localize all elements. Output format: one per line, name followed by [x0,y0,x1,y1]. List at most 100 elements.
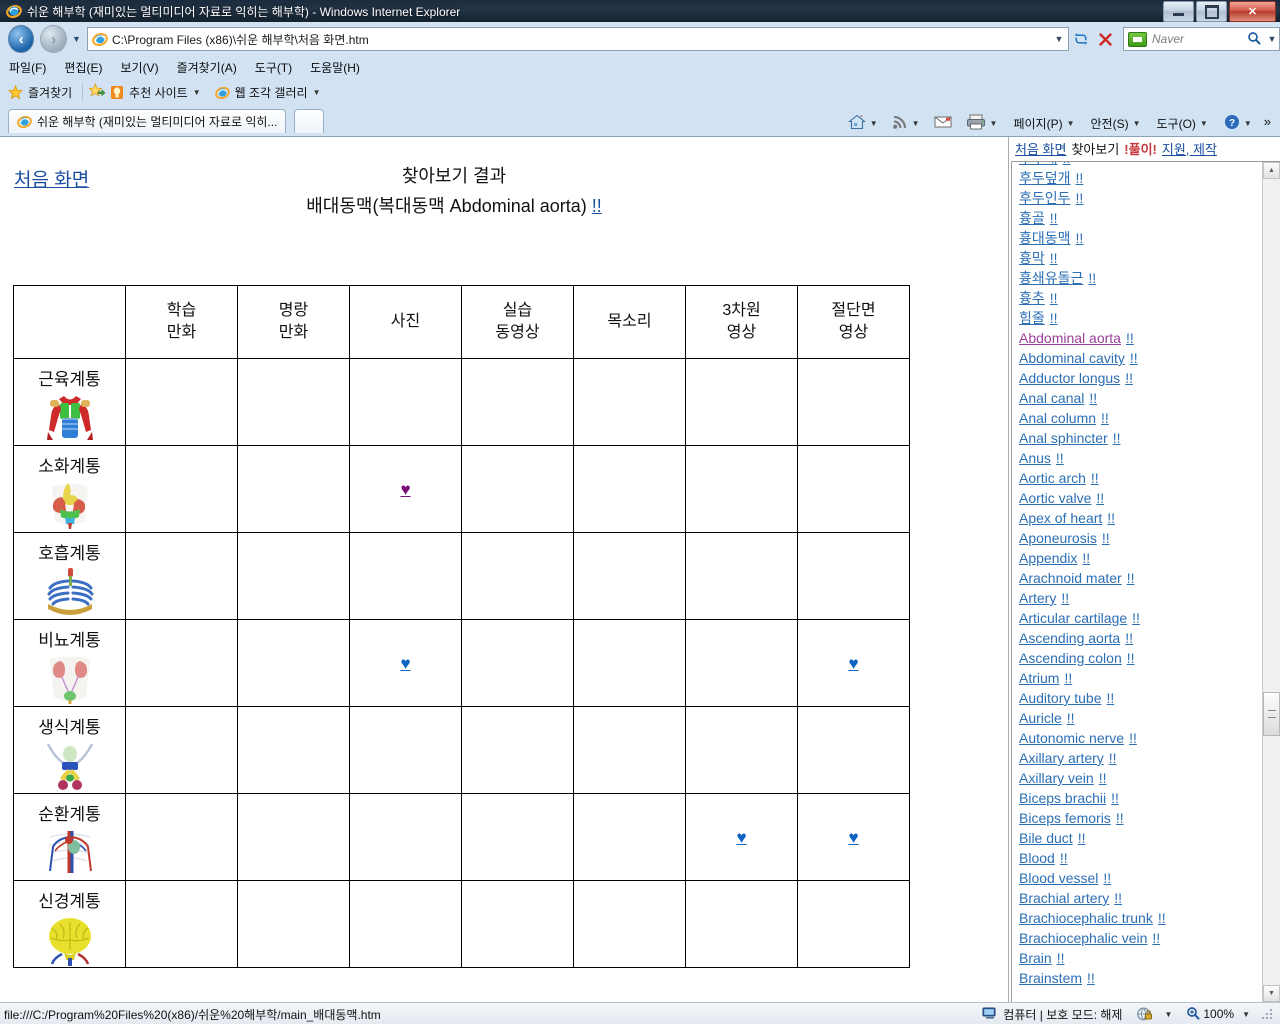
sidebar-term-bang-link[interactable]: !! [1107,690,1115,706]
safety-menu-button[interactable]: 안전(S) ▼ [1088,115,1144,132]
sidebar-term-bang-link[interactable]: !! [1125,630,1133,646]
address-bar-url[interactable]: C:\Program Files (x86)\쉬운 해부학\처음 화면.htm [112,31,1050,48]
media-cell[interactable]: ♥ [797,619,910,707]
chevron-down-icon[interactable]: ▼ [990,119,998,128]
sidebar-term-link[interactable]: Apex of heart [1019,510,1102,526]
search-dropdown-icon[interactable]: ▼ [1265,34,1279,44]
feeds-button[interactable]: ▼ [889,114,923,133]
sidebar-term-link[interactable]: Blood [1019,850,1055,866]
sidebar-term-bang-link[interactable]: !! [1114,890,1122,906]
sidebar-term-link[interactable]: 흉추 [1019,290,1045,306]
scroll-up-arrow-icon[interactable]: ▲ [1263,162,1280,179]
page-menu-button[interactable]: 페이지(P) ▼ [1010,115,1077,132]
new-tab-button[interactable] [294,109,325,133]
media-cell[interactable]: ♥ [685,793,798,881]
sidebar-term-bang-link[interactable]: !! [1076,170,1084,186]
sidebar-term-bang-link[interactable]: !! [1050,290,1058,306]
sidebar-term-link[interactable]: Aortic valve [1019,490,1091,506]
sidebar-term-link[interactable]: Aponeurosis [1019,530,1097,546]
sidebar-term-bang-link[interactable]: !! [1111,790,1119,806]
sidebar-term-bang-link[interactable]: !! [1082,550,1090,566]
menu-help[interactable]: 도움말(H) [301,59,369,76]
sidebar-term-link[interactable]: 후두개 [1019,162,1058,166]
search-box[interactable]: Naver ▼ [1123,27,1280,51]
sidebar-term-bang-link[interactable]: !! [1129,730,1137,746]
sidebar-term-bang-link[interactable]: !! [1132,610,1140,626]
help-menu-button[interactable]: ? ▼ [1221,114,1255,133]
sidebar-term-bang-link[interactable]: !! [1076,190,1084,206]
sidebar-term-bang-link[interactable]: !! [1057,950,1065,966]
sidebar-term-link[interactable]: Autonomic nerve [1019,730,1124,746]
sidebar-term-link[interactable]: Brachiocephalic vein [1019,930,1147,946]
tools-menu-button[interactable]: 도구(O) ▼ [1154,115,1211,132]
sidebar-term-bang-link[interactable]: !! [1088,270,1096,286]
sidebar-term-bang-link[interactable]: !! [1050,210,1058,226]
sidebar-term-link[interactable]: Blood vessel [1019,870,1098,886]
address-bar[interactable]: C:\Program Files (x86)\쉬운 해부학\처음 화면.htm … [87,27,1069,51]
media-link-heart-icon[interactable]: ♥ [400,481,410,498]
media-cell[interactable]: ♥ [349,445,462,533]
media-link-heart-icon[interactable]: ♥ [848,829,858,846]
sidebar-term-link[interactable]: Anus [1019,450,1051,466]
read-mail-button[interactable] [931,115,955,132]
forward-button[interactable]: › [40,25,67,53]
sidebar-term-bang-link[interactable]: !! [1107,510,1115,526]
menu-file[interactable]: 파일(F) [0,59,55,76]
chevron-down-icon[interactable]: ▼ [1164,1010,1172,1019]
media-link-heart-icon[interactable]: ♥ [400,655,410,672]
sidebar-term-link[interactable]: Brachiocephalic trunk [1019,910,1153,926]
sidebar-term-bang-link[interactable]: !! [1116,810,1124,826]
sidebar-term-bang-link[interactable]: !! [1130,350,1138,366]
sidebar-term-link[interactable]: Arachnoid mater [1019,570,1122,586]
maximize-button[interactable] [1196,1,1227,22]
term-bang-link[interactable]: !! [592,196,602,216]
sidebar-term-bang-link[interactable]: !! [1113,430,1121,446]
sidebar-term-link[interactable]: 후두덮개 [1019,170,1071,186]
sidebar-term-link[interactable]: Brain [1019,950,1052,966]
add-to-favorites-icon[interactable] [88,82,106,101]
chevron-down-icon[interactable]: ▼ [912,119,920,128]
sidebar-term-link[interactable]: Biceps femoris [1019,810,1111,826]
menu-view[interactable]: 보기(V) [111,59,167,76]
sidebar-term-bang-link[interactable]: !! [1103,870,1111,886]
sidebar-term-bang-link[interactable]: !! [1078,830,1086,846]
sidebar-term-link[interactable]: Axillary vein [1019,770,1094,786]
sidebar-term-bang-link[interactable]: !! [1126,330,1134,346]
sidebar-term-link[interactable]: Brainstem [1019,970,1082,986]
sidebar-term-link[interactable]: Ascending aorta [1019,630,1120,646]
stop-button[interactable] [1093,28,1117,50]
chevron-down-icon[interactable]: ▼ [193,88,201,97]
chevron-down-icon[interactable]: ▼ [1244,119,1252,128]
sidebar-term-bang-link[interactable]: !! [1067,710,1075,726]
sidebar-term-bang-link[interactable]: !! [1064,670,1072,686]
scroll-down-arrow-icon[interactable]: ▼ [1263,985,1280,1002]
sidebar-term-link[interactable]: 흉골 [1019,210,1045,226]
address-dropdown-icon[interactable]: ▼ [1050,34,1068,44]
search-input[interactable]: Naver [1152,32,1247,46]
command-bar-overflow[interactable]: » [1261,114,1274,129]
scrollbar-thumb[interactable] [1263,692,1280,736]
sidebar-term-link[interactable]: Articular cartilage [1019,610,1127,626]
media-cell[interactable]: ♥ [349,619,462,707]
sidebar-term-list[interactable]: 후두개!!후두덮개!!후두인두!!흉골!!흉대동맥!!흉막!!흉쇄유돌근!!흉추… [1011,161,1280,1003]
sidebar-term-link[interactable]: Adductor longus [1019,370,1120,386]
sidebar-term-bang-link[interactable]: !! [1076,230,1084,246]
sidebar-term-bang-link[interactable]: !! [1101,410,1109,426]
chevron-down-icon[interactable]: ▼ [1200,119,1208,128]
chevron-down-icon[interactable]: ▼ [1067,119,1075,128]
media-cell[interactable]: ♥ [797,793,910,881]
chevron-down-icon[interactable]: ▼ [870,119,878,128]
sidebar-term-link[interactable]: Appendix [1019,550,1077,566]
favorites-button[interactable]: 즐겨찾기 [8,84,72,101]
sidebar-term-bang-link[interactable]: !! [1063,162,1071,166]
media-link-heart-icon[interactable]: ♥ [736,829,746,846]
sidebar-term-link[interactable]: Auricle [1019,710,1062,726]
home-button[interactable]: ▼ [845,114,881,133]
sidebar-term-bang-link[interactable]: !! [1050,250,1058,266]
sidebar-term-bang-link[interactable]: !! [1056,450,1064,466]
sidebar-term-link[interactable]: Ascending colon [1019,650,1122,666]
sidebar-term-link[interactable]: Abdominal cavity [1019,350,1125,366]
close-button[interactable]: ✕ [1229,1,1276,22]
sidebar-term-bang-link[interactable]: !! [1127,650,1135,666]
sidebar-term-link[interactable]: Auditory tube [1019,690,1102,706]
